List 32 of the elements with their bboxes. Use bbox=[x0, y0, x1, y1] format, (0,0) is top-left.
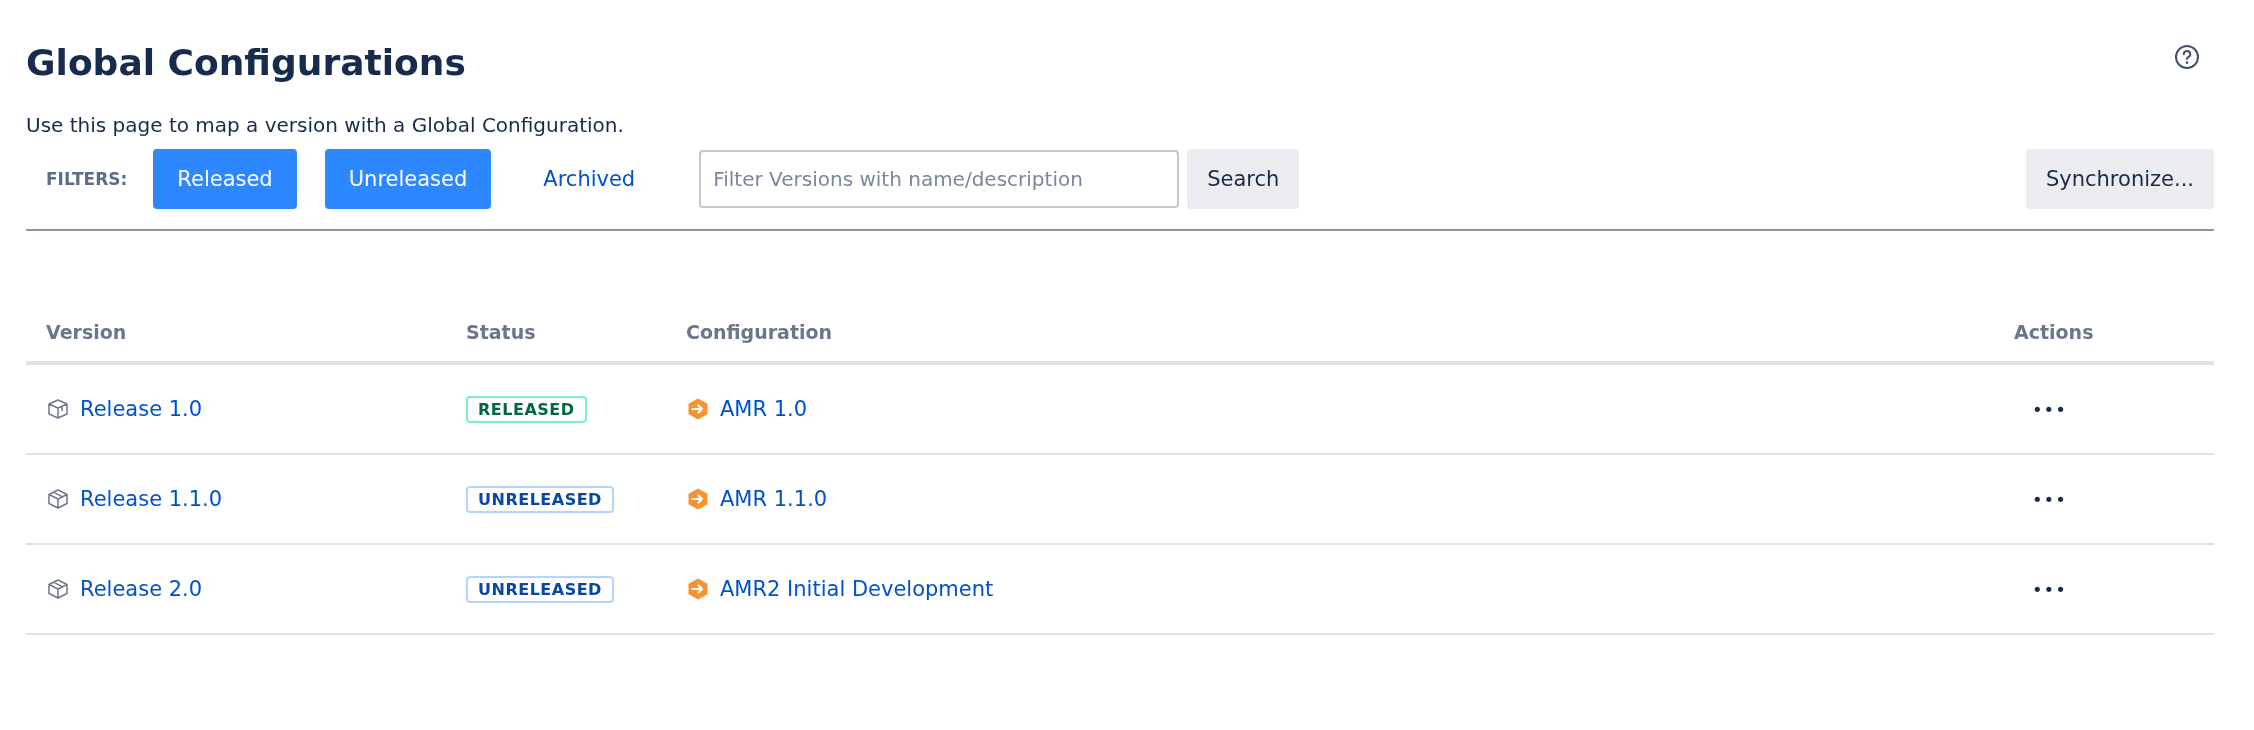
version-link[interactable]: Release 1.1.0 bbox=[80, 487, 223, 511]
version-link[interactable]: Release 1.0 bbox=[80, 397, 203, 421]
version-link[interactable]: Release 2.0 bbox=[80, 577, 203, 601]
configuration-link[interactable]: AMR 1.1.0 bbox=[720, 487, 828, 511]
page-title: Global Configurations bbox=[26, 42, 466, 83]
filters-label: FILTERS: bbox=[46, 169, 128, 189]
filter-input[interactable]: Filter Versions with name/description bbox=[699, 150, 1180, 208]
configuration-icon bbox=[686, 487, 710, 511]
configuration-link[interactable]: AMR2 Initial Development bbox=[720, 577, 994, 601]
filter-button[interactable]: Archived bbox=[519, 149, 660, 209]
search-button[interactable]: Search bbox=[1187, 149, 1300, 209]
more-actions-button[interactable]: ••• bbox=[2026, 574, 2073, 604]
status-lozenge: UNRELEASED bbox=[466, 575, 614, 603]
column-header: Status bbox=[466, 321, 686, 363]
help-icon[interactable] bbox=[2174, 44, 2200, 70]
synchronize-button[interactable]: Synchronize... bbox=[2025, 149, 2214, 209]
column-header: Configuration bbox=[686, 321, 2014, 363]
configuration-link[interactable]: AMR 1.0 bbox=[720, 397, 808, 421]
more-actions-button[interactable]: ••• bbox=[2026, 484, 2073, 514]
more-actions-button[interactable]: ••• bbox=[2026, 394, 2073, 424]
cube-icon bbox=[46, 487, 70, 511]
status-lozenge: RELEASED bbox=[466, 395, 587, 423]
cube-icon bbox=[46, 577, 70, 601]
status-lozenge: UNRELEASED bbox=[466, 485, 614, 513]
configuration-icon bbox=[686, 397, 710, 421]
column-header: Version bbox=[26, 321, 466, 363]
package-icon bbox=[46, 397, 70, 421]
filter-button[interactable]: Released bbox=[153, 149, 297, 209]
filter-button[interactable]: Unreleased bbox=[324, 149, 492, 209]
column-header: Actions bbox=[2014, 321, 2214, 363]
configuration-icon bbox=[686, 577, 710, 601]
page-description: Use this page to map a version with a Global Configuration. bbox=[26, 113, 625, 137]
